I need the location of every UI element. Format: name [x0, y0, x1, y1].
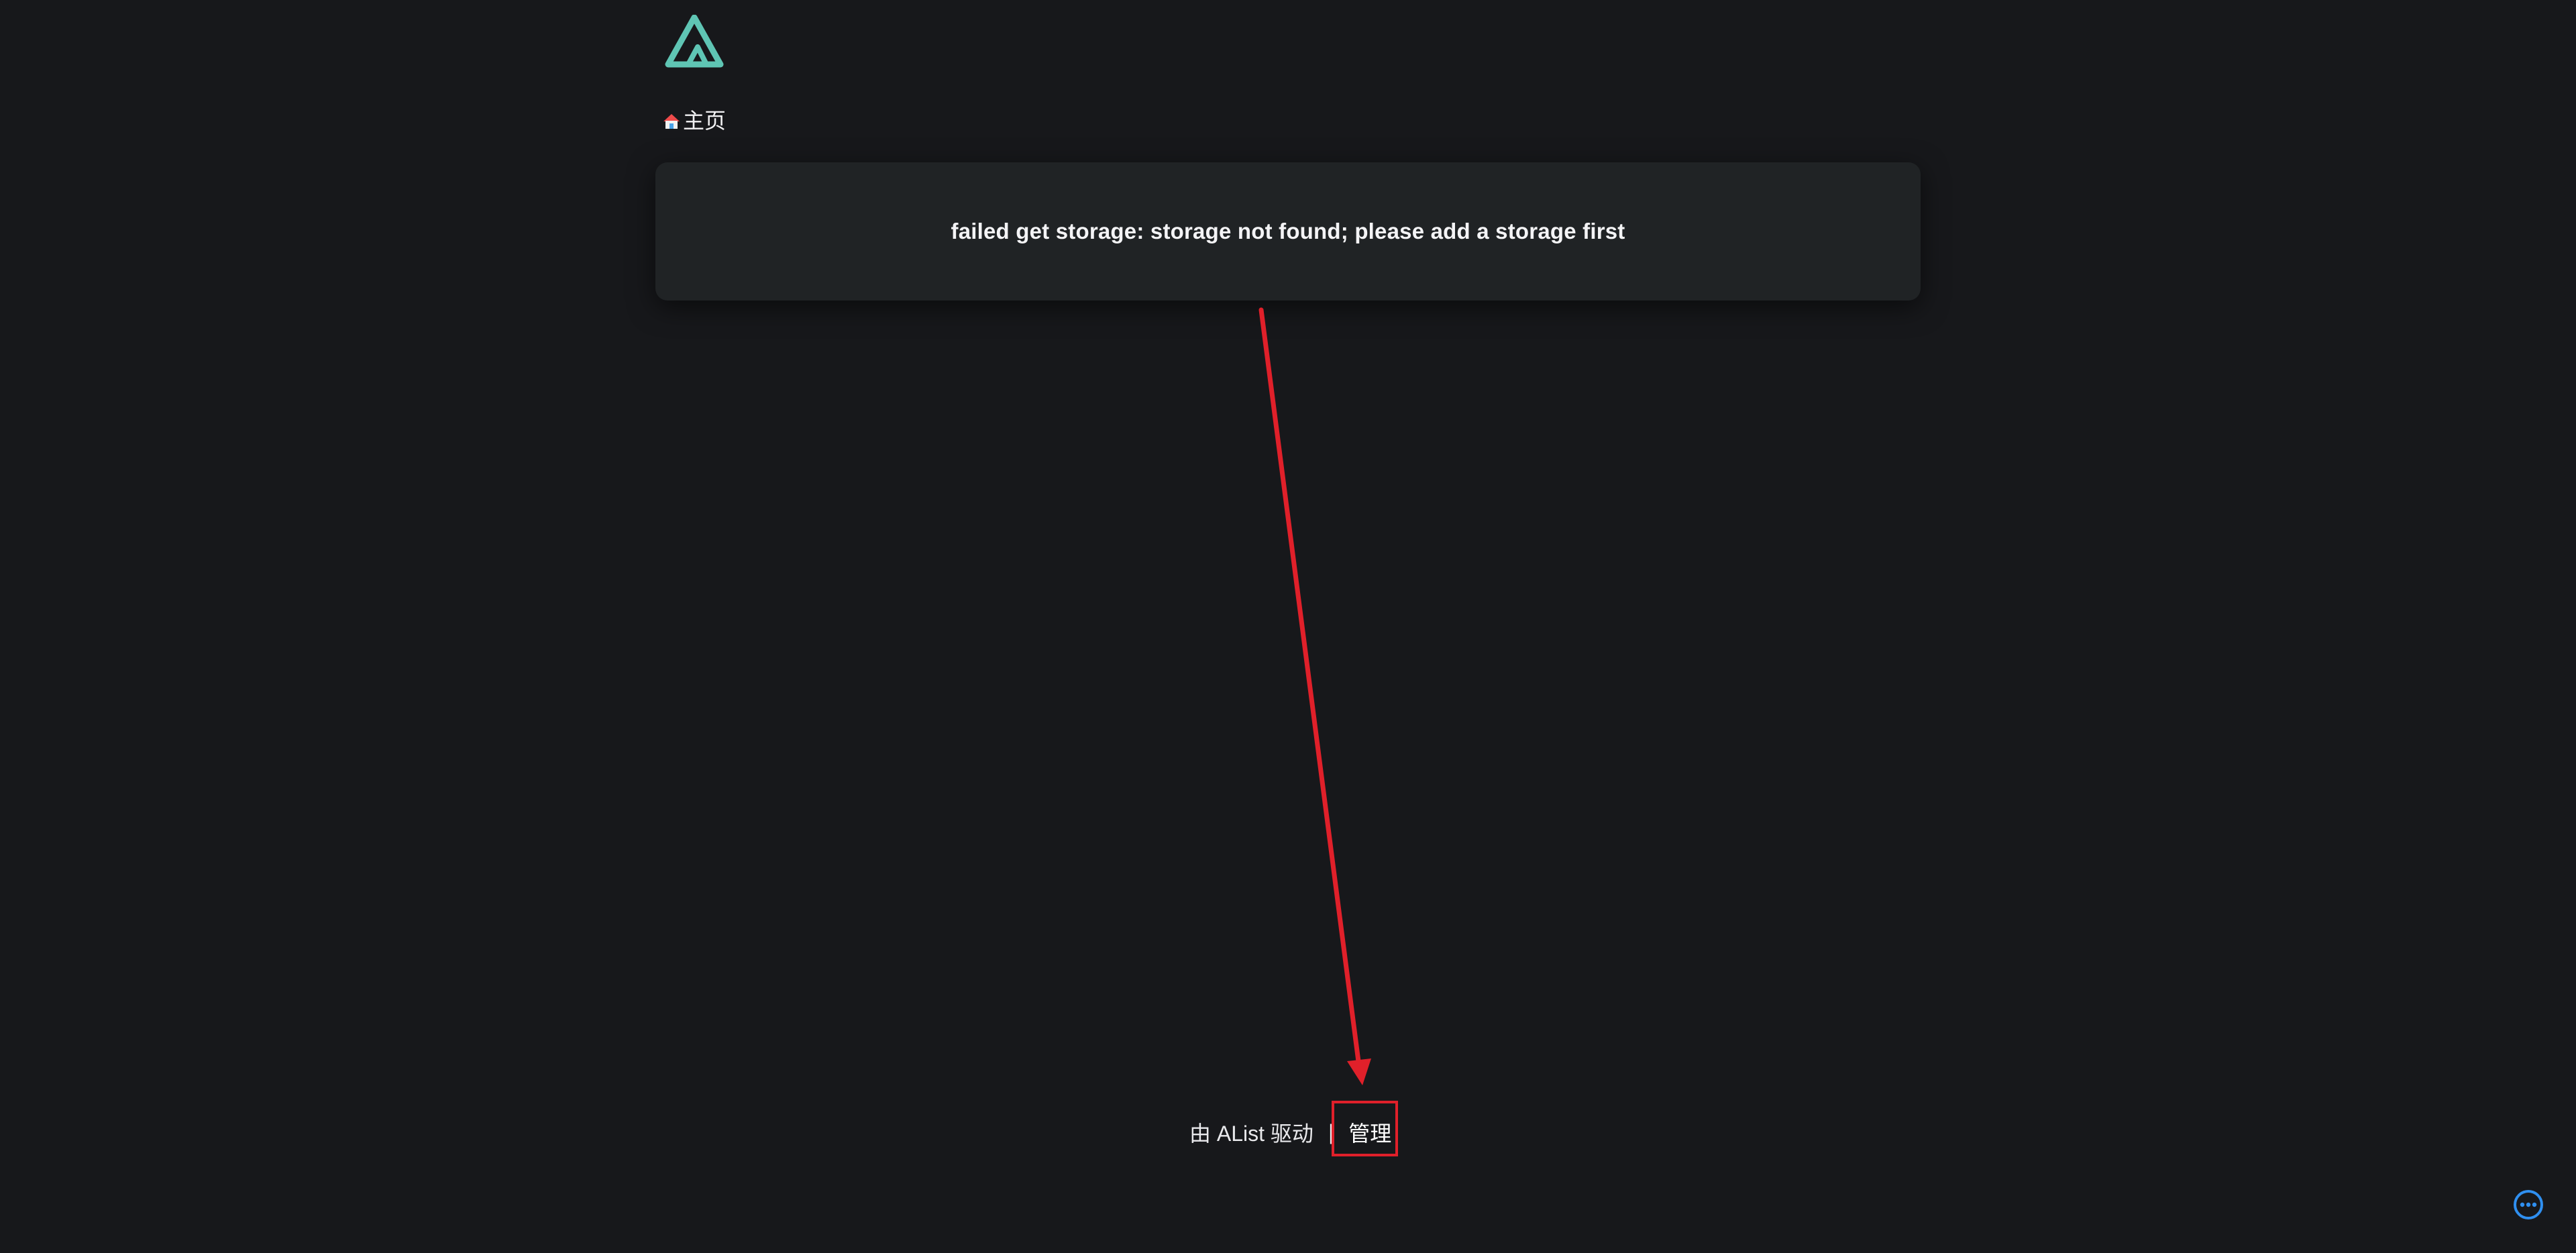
powered-by-text[interactable]: 由 AList 驱动 [1189, 1117, 1313, 1148]
admin-highlight-box [1332, 1101, 1398, 1156]
breadcrumb: 主页 [663, 104, 726, 135]
more-circle-icon[interactable] [2512, 1189, 2544, 1221]
error-message-card: failed get storage: storage not found; p… [655, 162, 1921, 301]
breadcrumb-home-link[interactable]: 主页 [683, 104, 726, 135]
home-icon [663, 111, 680, 129]
alist-logo-icon[interactable] [664, 14, 724, 68]
error-message-text: failed get storage: storage not found; p… [951, 219, 1625, 243]
page: 主页 failed get storage: storage not found… [0, 0, 2576, 1253]
